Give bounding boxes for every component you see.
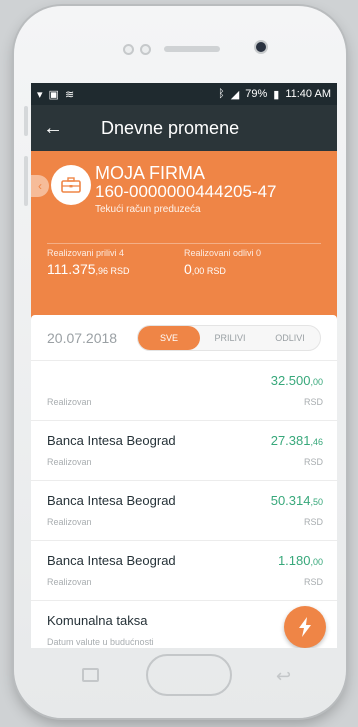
transactions-card: 20.07.2018 SVE PRILIVI ODLIVI Realizovan… — [31, 315, 337, 648]
transaction-amount: 1.180,00 — [277, 553, 323, 568]
bluetooth-icon: ᛒ — [218, 88, 225, 100]
chevron-left-icon[interactable]: ‹ — [31, 175, 49, 197]
transaction-status: Realizovan — [47, 577, 92, 587]
status-time: 11:40 AM — [285, 88, 331, 100]
page-title: Dnevne promene — [101, 117, 240, 138]
earpiece-speaker — [164, 46, 220, 52]
transaction-party: Banca Intesa Beograd — [47, 493, 176, 508]
tab-odlivi[interactable]: ODLIVI — [260, 326, 320, 350]
transaction-party: Komunalna taksa — [47, 613, 148, 628]
filter-row: 20.07.2018 SVE PRILIVI ODLIVI — [31, 315, 337, 361]
account-summary: ‹ MOJA FIRMA 160-0000000444205-47 Tekući… — [31, 151, 337, 231]
filter-segment: SVE PRILIVI ODLIVI — [137, 324, 321, 351]
transaction-party: Banca Intesa Beograd — [47, 553, 176, 568]
account-name: MOJA FIRMA — [95, 163, 206, 183]
arrow-left-icon[interactable]: ← — [43, 117, 79, 140]
image-icon: ▣ — [48, 88, 59, 101]
account-number: 160-0000000444205-47 — [95, 182, 277, 201]
device-nav-bar: ↩ — [14, 648, 346, 704]
signal-icon: ◢ — [230, 88, 240, 101]
transaction-row[interactable]: Banca Intesa Beograd Realizovan 50.314,5… — [31, 481, 337, 541]
front-camera — [254, 40, 268, 54]
transaction-currency: RSD — [303, 397, 323, 407]
tab-sve[interactable]: SVE — [138, 325, 200, 350]
recent-apps-icon[interactable] — [82, 668, 99, 682]
tab-prilivi[interactable]: PRILIVI — [200, 326, 260, 350]
outflow-label: Realizovani odlivi 0 — [184, 248, 262, 258]
outflow-amount: 0,00 RSD — [184, 261, 226, 277]
transaction-row[interactable]: Realizovan 32.500,00 RSD — [31, 361, 337, 421]
transaction-amount: 27.381,46 — [270, 433, 323, 448]
battery-percent: 79% — [245, 88, 268, 100]
transaction-currency: RSD — [303, 577, 323, 587]
transaction-status: Realizovan — [47, 517, 92, 527]
account-type: Tekući račun preduzeća — [95, 204, 201, 215]
transaction-party: Banca Intesa Beograd — [47, 433, 176, 448]
transaction-status: Realizovan — [47, 397, 92, 407]
battery-icon: ▮ — [273, 88, 280, 101]
transaction-amount: 32.500,00 — [270, 373, 323, 388]
app-screen: ▾ ▣ ≋ ᛒ ◢ 79% ▮ 11:40 AM ← Dnevne promen… — [31, 83, 337, 648]
sensor-dots — [123, 44, 151, 55]
totals-row: Realizovani prilivi 4 111.375,96 RSD Rea… — [31, 244, 337, 277]
back-nav-icon[interactable]: ↩ — [276, 666, 291, 687]
transaction-status: Datum valute u budućnosti — [47, 637, 154, 647]
date-picker[interactable]: 20.07.2018 — [47, 330, 127, 346]
volume-key — [24, 106, 28, 136]
home-button[interactable] — [146, 654, 232, 696]
lightning-icon[interactable] — [284, 606, 326, 648]
wifi-icon: ≋ — [64, 88, 75, 101]
power-key — [24, 156, 28, 206]
briefcase-icon — [51, 165, 91, 205]
transaction-currency: RSD — [303, 457, 323, 467]
notification-icon: ▾ — [37, 88, 43, 101]
inflow-total: Realizovani prilivi 4 111.375,96 RSD — [47, 248, 184, 277]
inflow-amount: 111.375,96 RSD — [47, 261, 130, 277]
outflow-total: Realizovani odlivi 0 0,00 RSD — [184, 248, 321, 277]
transaction-status: Realizovan — [47, 457, 92, 467]
transaction-row[interactable]: Banca Intesa Beograd Realizovan 1.180,00… — [31, 541, 337, 601]
status-bar: ▾ ▣ ≋ ᛒ ◢ 79% ▮ 11:40 AM — [31, 83, 337, 105]
transaction-amount: 50.314,50 — [270, 493, 323, 508]
transaction-row[interactable]: Banca Intesa Beograd Realizovan 27.381,4… — [31, 421, 337, 481]
inflow-label: Realizovani prilivi 4 — [47, 248, 125, 258]
app-toolbar: ← Dnevne promene — [31, 105, 337, 151]
transaction-currency: RSD — [303, 517, 323, 527]
